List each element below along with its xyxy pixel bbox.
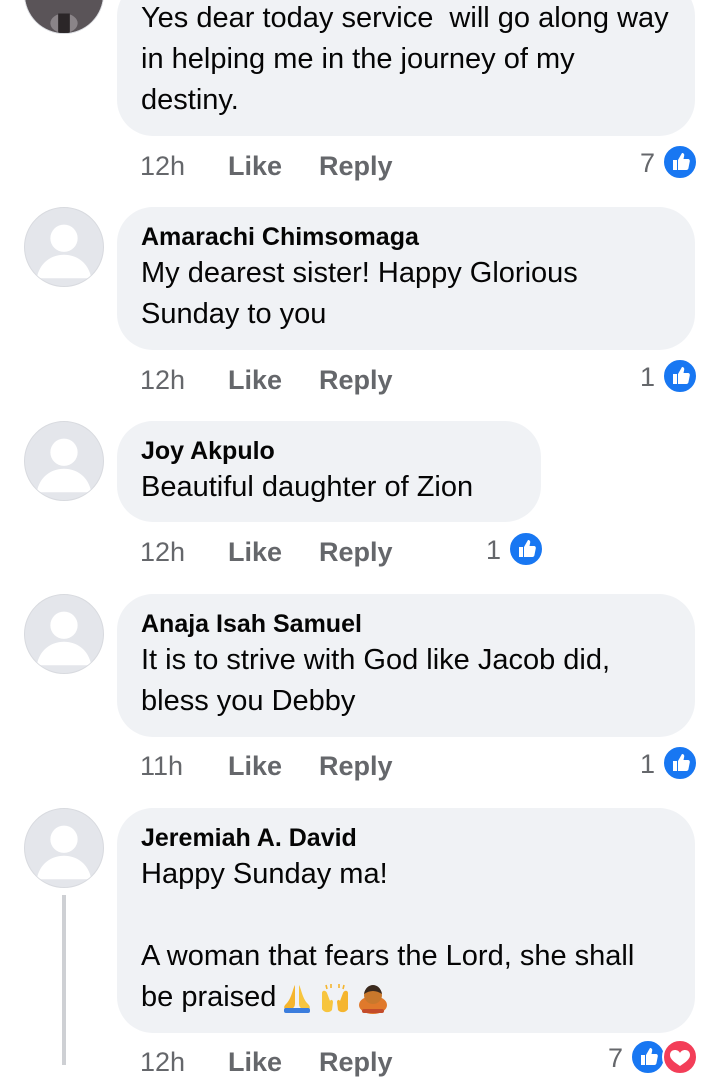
reply-button[interactable]: Reply	[319, 746, 393, 786]
comment-timestamp: 12h	[140, 1047, 186, 1077]
comment-bubble: Jeremiah A. David Happy Sunday ma! A wom…	[117, 808, 695, 1033]
reply-button[interactable]: Reply	[319, 1042, 393, 1082]
reply-button[interactable]: Reply	[319, 146, 393, 186]
comment-actions: 12h Like Reply	[140, 532, 440, 572]
like-button[interactable]: Like	[228, 360, 282, 400]
comment-text-spacer	[141, 895, 671, 936]
comment-actions: 12h Like Reply	[140, 1042, 440, 1082]
comment-author[interactable]: Joy Akpulo	[141, 435, 517, 467]
comment-text-line-2: A woman that fears the Lord, she shall b…	[141, 936, 671, 1018]
person-bowing-icon	[356, 981, 390, 1015]
default-avatar-icon[interactable]	[24, 207, 104, 287]
comment-bubble: Anaja Isah Samuel It is to strive with G…	[117, 594, 695, 737]
comment-author[interactable]: Jeremiah A. David	[141, 822, 671, 854]
like-reaction-icon	[630, 1039, 666, 1075]
reply-button[interactable]: Reply	[319, 532, 393, 572]
reply-thread-line	[62, 895, 66, 1065]
folded-hands-icon	[280, 981, 314, 1015]
default-avatar-icon[interactable]	[24, 594, 104, 674]
like-reaction-icon	[508, 531, 544, 567]
love-reaction-icon	[662, 1039, 698, 1075]
reaction-count[interactable]: 7	[640, 145, 655, 181]
comment-author[interactable]: Amarachi Chimsomaga	[141, 221, 671, 253]
like-button[interactable]: Like	[228, 146, 282, 186]
comment-timestamp: 12h	[140, 365, 186, 395]
comment-bubble: Amarachi Chimsomaga My dearest sister! H…	[117, 207, 695, 350]
comment-text: Yes dear today service will go along way…	[141, 2, 677, 116]
like-reaction-icon	[662, 144, 698, 180]
comment-text: My dearest sister! Happy Glorious Sunday…	[141, 257, 586, 330]
like-reaction-icon	[662, 745, 698, 781]
default-avatar-icon[interactable]	[24, 808, 104, 888]
comment-text: Beautiful daughter of Zion	[141, 471, 474, 503]
comment-bubble: Yes dear today service will go along way…	[117, 0, 695, 136]
reaction-count[interactable]: 1	[640, 359, 655, 395]
comment-text: It is to strive with God like Jacob did,…	[141, 644, 619, 717]
comment-actions: 12h Like Reply	[140, 360, 440, 400]
raising-hands-icon	[318, 981, 352, 1015]
reaction-count[interactable]: 7	[608, 1040, 623, 1076]
commenter-avatar[interactable]	[24, 0, 104, 34]
comment-text-content: A woman that fears the Lord, she shall b…	[141, 940, 643, 1013]
comment-bubble: Joy Akpulo Beautiful daughter of Zion	[117, 421, 541, 522]
comment-actions: 12h Like Reply	[140, 146, 440, 186]
default-avatar-icon[interactable]	[24, 421, 104, 501]
comment-timestamp: 12h	[140, 537, 186, 567]
comment-timestamp: 12h	[140, 151, 186, 181]
comment-author[interactable]: Anaja Isah Samuel	[141, 608, 671, 640]
like-button[interactable]: Like	[228, 1042, 282, 1082]
reaction-count[interactable]: 1	[640, 746, 655, 782]
comment-text-line-1: Happy Sunday ma!	[141, 858, 388, 890]
reply-button[interactable]: Reply	[319, 360, 393, 400]
comment-actions: 11h Like Reply	[140, 746, 440, 786]
like-button[interactable]: Like	[228, 746, 282, 786]
reaction-count[interactable]: 1	[486, 532, 501, 568]
like-reaction-icon	[662, 358, 698, 394]
like-button[interactable]: Like	[228, 532, 282, 572]
comment-timestamp: 11h	[140, 751, 184, 781]
